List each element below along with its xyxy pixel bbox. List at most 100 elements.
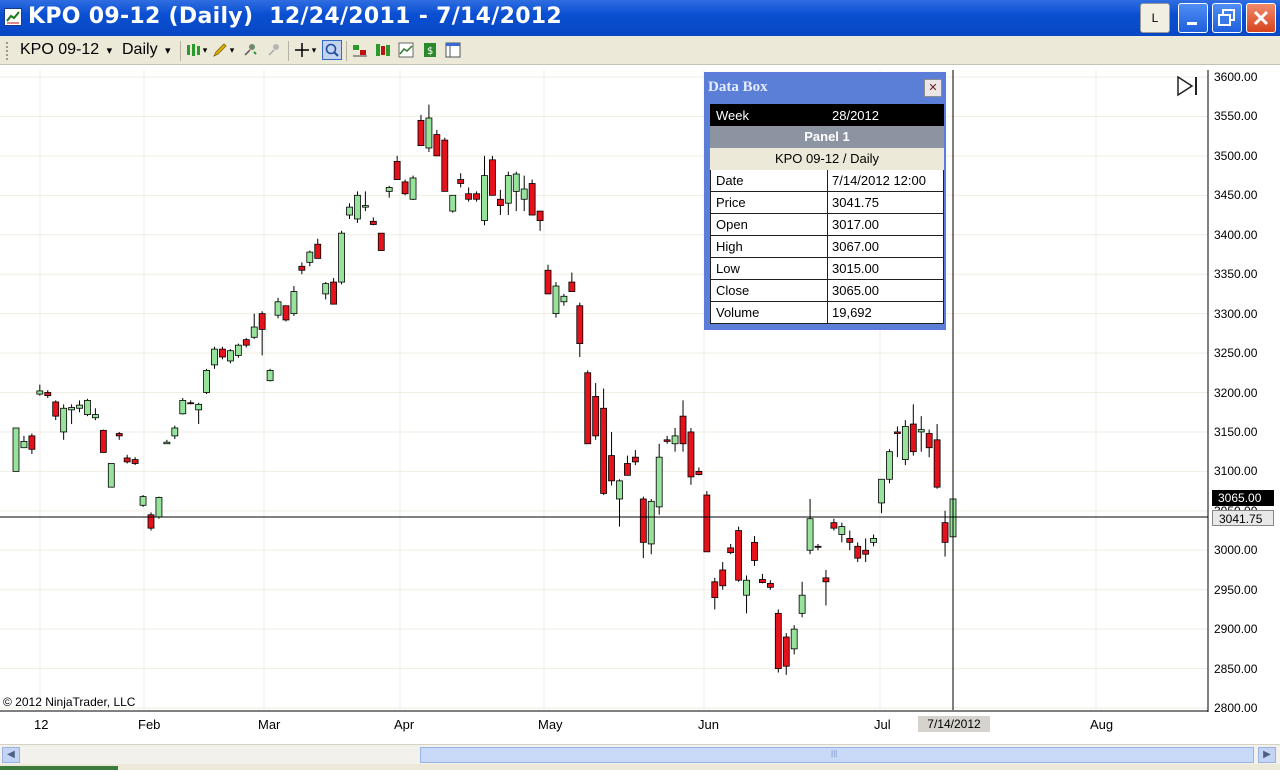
scroll-to-end-icon[interactable] (1176, 75, 1200, 97)
candle-body-down (473, 193, 480, 200)
candle-body-up (671, 435, 679, 445)
money-icon[interactable]: $ (422, 42, 438, 58)
candle (901, 420, 909, 466)
data-box-row-label: Price (710, 192, 828, 213)
y-tick-label: 3100.00 (1214, 464, 1258, 479)
candle-body-up (68, 407, 75, 411)
chevron-down-icon[interactable]: ▾ (201, 42, 209, 58)
minimize-button[interactable] (1178, 3, 1208, 33)
candle (393, 155, 401, 180)
toolbar-grip[interactable] (6, 42, 11, 60)
x-tick-label: Jun (698, 717, 719, 732)
candle (536, 210, 544, 231)
candle (385, 185, 393, 198)
candle-body-down (624, 463, 631, 476)
candle-body-down (822, 577, 830, 583)
candle-body-up (250, 326, 258, 338)
candle (354, 191, 361, 223)
candle-body-down (282, 305, 290, 321)
x-tick-label: May (538, 717, 563, 732)
scroll-right-arrow[interactable]: ▶ (1258, 747, 1276, 763)
candle (314, 238, 322, 259)
chevron-down-icon: ▾ (165, 45, 171, 57)
chevron-down-icon[interactable]: ▾ (228, 42, 236, 58)
candle (155, 496, 163, 519)
y-tick-label: 2900.00 (1214, 622, 1258, 637)
candle-body-down (592, 396, 600, 437)
indicators-icon[interactable] (352, 42, 368, 58)
pin-disabled-icon[interactable] (266, 42, 282, 58)
candle (544, 264, 552, 295)
maximize-button[interactable] (1212, 3, 1242, 33)
candle (473, 191, 480, 202)
candle (719, 562, 727, 590)
candle-body-up (409, 177, 417, 200)
candle-body-up (274, 301, 282, 316)
y-tick-label: 3400.00 (1214, 227, 1258, 242)
interval-selector[interactable]: Daily ▾ (122, 41, 171, 59)
candle-body-down (52, 401, 60, 417)
crosshair-icon[interactable] (294, 42, 310, 58)
zoom-icon[interactable] (322, 40, 342, 60)
chart-properties-icon[interactable] (398, 42, 414, 58)
candle (338, 230, 345, 285)
draw-icon[interactable] (212, 42, 228, 58)
candle (568, 272, 576, 292)
chevron-down-icon[interactable]: ▾ (310, 42, 318, 58)
log-button[interactable]: L (1140, 3, 1170, 33)
candle (12, 427, 20, 472)
instrument-selector[interactable]: KPO 09-12 ▾ (20, 41, 112, 59)
candle (203, 368, 210, 395)
candle (655, 443, 663, 515)
layout-icon[interactable] (445, 42, 461, 58)
candle (806, 498, 814, 555)
scrollbar-thumb[interactable]: ||| (420, 747, 1254, 763)
data-box-close-button[interactable]: ✕ (924, 79, 942, 97)
data-box-row-value: 3041.75 (828, 192, 944, 213)
candle (20, 435, 28, 449)
candle-body-down (687, 431, 695, 478)
candle-body-down (568, 281, 576, 292)
close-button[interactable] (1246, 3, 1276, 33)
candle-body-down (766, 582, 774, 588)
horizontal-scrollbar[interactable]: ◀ ||| ▶ (0, 744, 1280, 765)
candle-body-down (600, 407, 608, 494)
scroll-left-arrow[interactable]: ◀ (2, 747, 20, 763)
candle-body-up (616, 480, 623, 500)
data-box-row-label: Volume (710, 302, 828, 323)
candle (830, 518, 838, 531)
candle-body-down (759, 579, 766, 583)
data-box-window[interactable]: Data Box ✕ Week 28/2012 Panel 1 KPO 09-1… (704, 72, 946, 330)
candle (465, 187, 473, 202)
candle (504, 171, 512, 216)
candle (695, 467, 703, 476)
candle (44, 390, 52, 399)
candle-body-down (496, 198, 504, 206)
candle-body-down (528, 183, 536, 216)
candle (52, 400, 60, 421)
data-box-row-label: High (710, 236, 828, 257)
candle-body-down (894, 431, 901, 434)
strategies-icon[interactable] (375, 42, 391, 58)
bar-type-icon[interactable] (186, 42, 202, 58)
candle-body-down (751, 541, 758, 561)
candle-body-down (727, 547, 735, 554)
candle (441, 137, 449, 192)
price-chart[interactable] (0, 65, 1280, 745)
candle-body-up (20, 441, 28, 449)
candle-body-down (608, 455, 615, 482)
candle (735, 526, 743, 582)
pin-icon[interactable] (242, 42, 258, 58)
candle (798, 581, 806, 618)
candle-body-down (663, 439, 671, 442)
candle-body-up (504, 175, 512, 204)
y-tick-label: 3600.00 (1214, 70, 1258, 84)
candle (711, 577, 719, 610)
data-box-row: Price 3041.75 (710, 192, 944, 214)
candle (131, 457, 139, 466)
candle (449, 194, 457, 213)
y-tick-label: 3350.00 (1214, 267, 1258, 282)
toolbar-separator (180, 41, 181, 61)
data-box-row: Volume 19,692 (710, 302, 944, 324)
x-tick-label: Aug (1090, 717, 1114, 732)
